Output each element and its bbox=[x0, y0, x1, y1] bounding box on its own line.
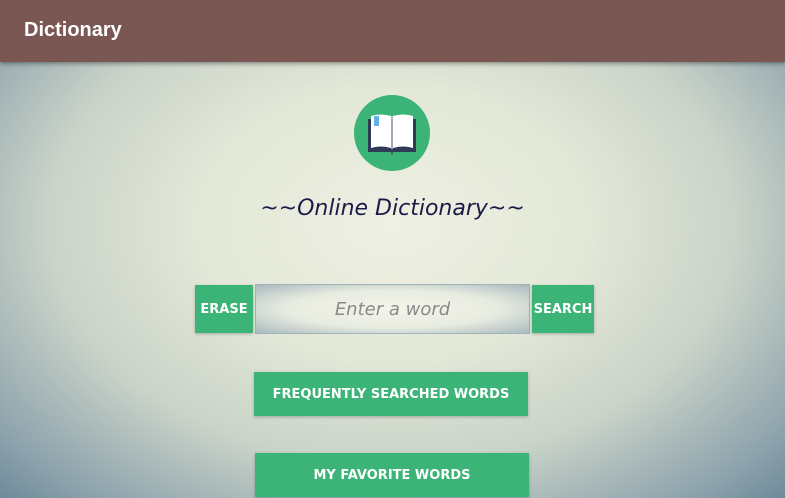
search-button[interactable]: SEARCH bbox=[532, 285, 594, 333]
app-toolbar: Dictionary bbox=[0, 0, 785, 62]
dictionary-logo bbox=[354, 95, 430, 171]
frequently-searched-words-button[interactable]: FREQUENTLY SEARCHED WORDS bbox=[254, 372, 528, 416]
word-search-input[interactable] bbox=[255, 284, 530, 334]
erase-button[interactable]: ERASE bbox=[195, 285, 253, 333]
app-title: Dictionary bbox=[24, 19, 122, 41]
my-favorite-words-button[interactable]: MY FAVORITE WORDS bbox=[255, 453, 529, 497]
open-book-icon bbox=[368, 114, 416, 156]
page-title: ~~Online Dictionary~~ bbox=[260, 196, 525, 221]
